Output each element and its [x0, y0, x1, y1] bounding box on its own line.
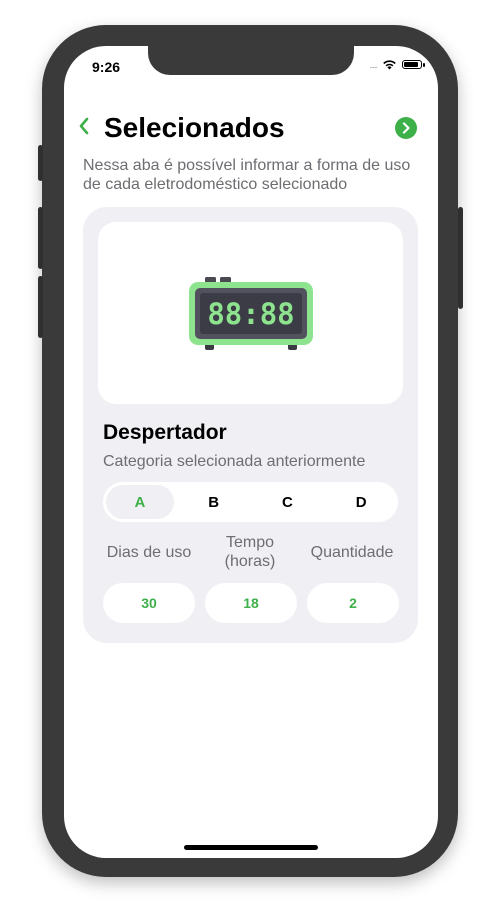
- time-input[interactable]: 18: [205, 583, 297, 623]
- time-label: Tempo (horas): [224, 534, 276, 570]
- clock-display: 88:88: [207, 297, 294, 331]
- volume-down-button: [38, 276, 43, 338]
- signal-icon: .....: [369, 59, 377, 70]
- notch: [148, 46, 354, 75]
- category-option-a[interactable]: A: [106, 485, 174, 519]
- page-description: Nessa aba é possível informar a forma de…: [83, 157, 411, 193]
- appliance-image: 88:88: [98, 222, 403, 404]
- screen: 9:26 ..... Selecionados Nessa aba é poss…: [64, 46, 438, 858]
- volume-up-button: [38, 207, 43, 269]
- mute-switch: [38, 145, 43, 181]
- alarm-clock-icon: 88:88: [189, 277, 313, 350]
- category-option-b[interactable]: B: [180, 485, 248, 519]
- quantity-input[interactable]: 2: [307, 583, 399, 623]
- chevron-left-icon: [79, 117, 89, 135]
- category-label: Categoria selecionada anteriormente: [103, 453, 366, 470]
- home-indicator: [184, 845, 318, 850]
- days-input[interactable]: 30: [103, 583, 195, 623]
- next-button[interactable]: [395, 117, 417, 139]
- status-icons: .....: [369, 59, 425, 70]
- appliance-card: 88:88 Despertador Categoria selecionada …: [83, 207, 418, 643]
- page-title: Selecionados: [104, 112, 285, 143]
- battery-icon: [402, 60, 425, 69]
- quantity-label: Quantidade: [310, 544, 394, 561]
- category-option-c[interactable]: C: [254, 485, 322, 519]
- back-button[interactable]: [78, 116, 90, 140]
- appliance-name: Despertador: [103, 421, 227, 444]
- power-button: [458, 207, 463, 309]
- category-segmented-control: A B C D: [103, 482, 398, 522]
- status-time: 9:26: [92, 59, 121, 75]
- days-label: Dias de uso: [106, 544, 192, 561]
- chevron-right-circle-icon: [402, 122, 410, 134]
- wifi-icon: [383, 60, 396, 70]
- category-option-d[interactable]: D: [327, 485, 395, 519]
